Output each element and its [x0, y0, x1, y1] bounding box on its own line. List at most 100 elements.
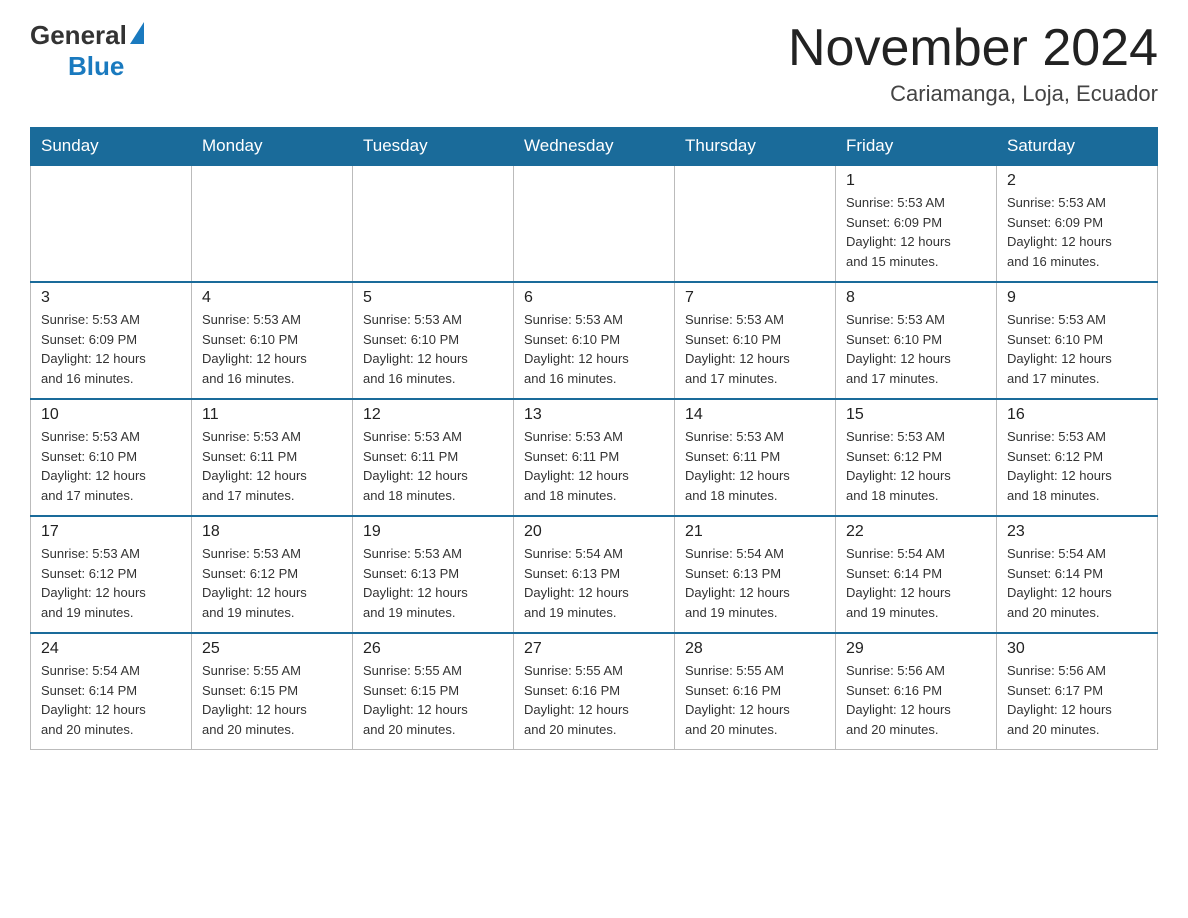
- calendar-cell: 24 Sunrise: 5:54 AMSunset: 6:14 PMDayligh…: [31, 633, 192, 750]
- day-number: 29: [846, 640, 986, 658]
- calendar-cell: 15Sunrise: 5:53 AMSunset: 6:12 PMDayligh…: [836, 399, 997, 516]
- calendar-cell: [31, 165, 192, 282]
- calendar-header-row: SundayMondayTuesdayWednesdayThursdayFrid…: [31, 128, 1158, 166]
- calendar-cell: 5 Sunrise: 5:53 AMSunset: 6:10 PMDaylight…: [353, 282, 514, 399]
- logo-general-text: General: [30, 20, 127, 51]
- day-number: 5: [363, 289, 503, 307]
- calendar-cell: 8 Sunrise: 5:53 AMSunset: 6:10 PMDaylight…: [836, 282, 997, 399]
- calendar-cell: 16Sunrise: 5:53 AMSunset: 6:12 PMDayligh…: [997, 399, 1158, 516]
- calendar-cell: 6Sunrise: 5:53 AMSunset: 6:10 PMDaylight…: [514, 282, 675, 399]
- day-info: Sunrise: 5:53 AMSunset: 6:10 PMDaylight:…: [202, 310, 342, 388]
- title-block: November 2024 Cariamanga, Loja, Ecuador: [788, 20, 1158, 107]
- week-row: 17 Sunrise: 5:53 AMSunset: 6:12 PMDayligh…: [31, 516, 1158, 633]
- calendar-cell: 4 Sunrise: 5:53 AMSunset: 6:10 PMDaylight…: [192, 282, 353, 399]
- calendar-cell: 20Sunrise: 5:54 AMSunset: 6:13 PMDayligh…: [514, 516, 675, 633]
- day-info: Sunrise: 5:53 AMSunset: 6:12 PMDaylight:…: [41, 544, 181, 622]
- day-number: 24: [41, 640, 181, 658]
- day-number: 6: [524, 289, 664, 307]
- day-number: 17: [41, 523, 181, 541]
- calendar-cell: [192, 165, 353, 282]
- day-number: 19: [363, 523, 503, 541]
- calendar-cell: 22 Sunrise: 5:54 AMSunset: 6:14 PMDayligh…: [836, 516, 997, 633]
- day-number: 23: [1007, 523, 1147, 541]
- day-info: Sunrise: 5:53 AMSunset: 6:11 PMDaylight:…: [685, 427, 825, 505]
- day-number: 30: [1007, 640, 1147, 658]
- logo-triangle-icon: [130, 22, 144, 44]
- day-info: Sunrise: 5:54 AMSunset: 6:14 PMDaylight:…: [1007, 544, 1147, 622]
- calendar-table: SundayMondayTuesdayWednesdayThursdayFrid…: [30, 127, 1158, 750]
- calendar-cell: 26 Sunrise: 5:55 AMSunset: 6:15 PMDayligh…: [353, 633, 514, 750]
- day-info: Sunrise: 5:55 AMSunset: 6:15 PMDaylight:…: [363, 661, 503, 739]
- calendar-cell: 29 Sunrise: 5:56 AMSunset: 6:16 PMDayligh…: [836, 633, 997, 750]
- calendar-cell: 14 Sunrise: 5:53 AMSunset: 6:11 PMDayligh…: [675, 399, 836, 516]
- day-info: Sunrise: 5:55 AMSunset: 6:16 PMDaylight:…: [685, 661, 825, 739]
- day-info: Sunrise: 5:53 AMSunset: 6:10 PMDaylight:…: [363, 310, 503, 388]
- day-info: Sunrise: 5:55 AMSunset: 6:15 PMDaylight:…: [202, 661, 342, 739]
- calendar-cell: 17 Sunrise: 5:53 AMSunset: 6:12 PMDayligh…: [31, 516, 192, 633]
- calendar-cell: [514, 165, 675, 282]
- day-info: Sunrise: 5:53 AMSunset: 6:12 PMDaylight:…: [202, 544, 342, 622]
- day-number: 25: [202, 640, 342, 658]
- day-info: Sunrise: 5:55 AMSunset: 6:16 PMDaylight:…: [524, 661, 664, 739]
- day-info: Sunrise: 5:53 AMSunset: 6:09 PMDaylight:…: [41, 310, 181, 388]
- calendar-cell: 19 Sunrise: 5:53 AMSunset: 6:13 PMDayligh…: [353, 516, 514, 633]
- day-number: 20: [524, 523, 664, 541]
- day-info: Sunrise: 5:53 AMSunset: 6:09 PMDaylight:…: [846, 193, 986, 271]
- day-of-week-header: Thursday: [675, 128, 836, 166]
- day-number: 3: [41, 289, 181, 307]
- day-info: Sunrise: 5:53 AMSunset: 6:13 PMDaylight:…: [363, 544, 503, 622]
- day-number: 10: [41, 406, 181, 424]
- calendar-cell: 10 Sunrise: 5:53 AMSunset: 6:10 PMDayligh…: [31, 399, 192, 516]
- day-info: Sunrise: 5:53 AMSunset: 6:09 PMDaylight:…: [1007, 193, 1147, 271]
- calendar-cell: 25 Sunrise: 5:55 AMSunset: 6:15 PMDayligh…: [192, 633, 353, 750]
- day-number: 15: [846, 406, 986, 424]
- calendar-cell: 21Sunrise: 5:54 AMSunset: 6:13 PMDayligh…: [675, 516, 836, 633]
- day-info: Sunrise: 5:56 AMSunset: 6:16 PMDaylight:…: [846, 661, 986, 739]
- day-number: 22: [846, 523, 986, 541]
- day-info: Sunrise: 5:53 AMSunset: 6:11 PMDaylight:…: [363, 427, 503, 505]
- day-number: 4: [202, 289, 342, 307]
- day-info: Sunrise: 5:53 AMSunset: 6:10 PMDaylight:…: [846, 310, 986, 388]
- logo-blue-text: Blue: [68, 51, 124, 82]
- day-number: 27: [524, 640, 664, 658]
- calendar-cell: 18 Sunrise: 5:53 AMSunset: 6:12 PMDayligh…: [192, 516, 353, 633]
- day-of-week-header: Saturday: [997, 128, 1158, 166]
- day-number: 18: [202, 523, 342, 541]
- calendar-cell: 2Sunrise: 5:53 AMSunset: 6:09 PMDaylight…: [997, 165, 1158, 282]
- day-number: 26: [363, 640, 503, 658]
- calendar-cell: 1 Sunrise: 5:53 AMSunset: 6:09 PMDaylight…: [836, 165, 997, 282]
- week-row: 1 Sunrise: 5:53 AMSunset: 6:09 PMDaylight…: [31, 165, 1158, 282]
- day-info: Sunrise: 5:53 AMSunset: 6:11 PMDaylight:…: [202, 427, 342, 505]
- calendar-cell: 12 Sunrise: 5:53 AMSunset: 6:11 PMDayligh…: [353, 399, 514, 516]
- day-of-week-header: Wednesday: [514, 128, 675, 166]
- day-info: Sunrise: 5:53 AMSunset: 6:10 PMDaylight:…: [685, 310, 825, 388]
- day-number: 9: [1007, 289, 1147, 307]
- calendar-cell: 30Sunrise: 5:56 AMSunset: 6:17 PMDayligh…: [997, 633, 1158, 750]
- calendar-cell: 3 Sunrise: 5:53 AMSunset: 6:09 PMDaylight…: [31, 282, 192, 399]
- day-of-week-header: Tuesday: [353, 128, 514, 166]
- day-info: Sunrise: 5:54 AMSunset: 6:14 PMDaylight:…: [846, 544, 986, 622]
- day-info: Sunrise: 5:53 AMSunset: 6:12 PMDaylight:…: [1007, 427, 1147, 505]
- day-number: 28: [685, 640, 825, 658]
- week-row: 10 Sunrise: 5:53 AMSunset: 6:10 PMDayligh…: [31, 399, 1158, 516]
- calendar-cell: 23 Sunrise: 5:54 AMSunset: 6:14 PMDayligh…: [997, 516, 1158, 633]
- day-info: Sunrise: 5:53 AMSunset: 6:11 PMDaylight:…: [524, 427, 664, 505]
- day-number: 14: [685, 406, 825, 424]
- calendar-cell: 11 Sunrise: 5:53 AMSunset: 6:11 PMDayligh…: [192, 399, 353, 516]
- day-number: 1: [846, 172, 986, 190]
- calendar-cell: 7 Sunrise: 5:53 AMSunset: 6:10 PMDaylight…: [675, 282, 836, 399]
- day-info: Sunrise: 5:54 AMSunset: 6:14 PMDaylight:…: [41, 661, 181, 739]
- day-number: 8: [846, 289, 986, 307]
- day-info: Sunrise: 5:53 AMSunset: 6:10 PMDaylight:…: [41, 427, 181, 505]
- day-number: 12: [363, 406, 503, 424]
- calendar-subtitle: Cariamanga, Loja, Ecuador: [788, 81, 1158, 107]
- day-of-week-header: Monday: [192, 128, 353, 166]
- day-of-week-header: Sunday: [31, 128, 192, 166]
- calendar-cell: 13Sunrise: 5:53 AMSunset: 6:11 PMDayligh…: [514, 399, 675, 516]
- day-number: 7: [685, 289, 825, 307]
- day-number: 11: [202, 406, 342, 424]
- week-row: 24 Sunrise: 5:54 AMSunset: 6:14 PMDayligh…: [31, 633, 1158, 750]
- logo: General Blue: [30, 20, 144, 82]
- week-row: 3 Sunrise: 5:53 AMSunset: 6:09 PMDaylight…: [31, 282, 1158, 399]
- page-header: General Blue November 2024 Cariamanga, L…: [30, 20, 1158, 107]
